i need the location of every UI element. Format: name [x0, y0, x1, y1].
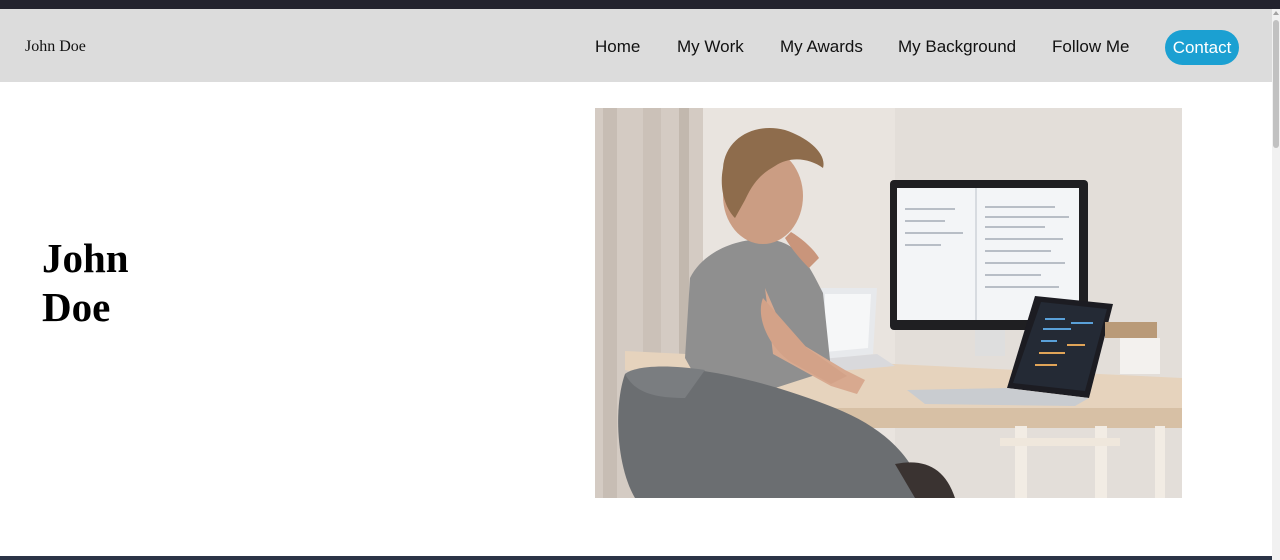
photo-illustration — [595, 108, 1182, 498]
hero-title-line1: John — [42, 235, 129, 281]
nav-my-background[interactable]: My Background — [898, 37, 1016, 57]
bottom-edge-strip — [0, 556, 1272, 560]
browser-top-strip — [0, 0, 1280, 9]
site-navbar: John Doe Home My Work My Awards My Backg… — [0, 9, 1272, 82]
contact-button[interactable]: Contact — [1165, 30, 1239, 65]
scrollbar-thumb[interactable] — [1273, 20, 1279, 148]
nav-my-work[interactable]: My Work — [677, 37, 744, 57]
hero-title: John Doe — [42, 234, 129, 332]
hero-photo — [595, 108, 1182, 498]
hero-title-line2: Doe — [42, 284, 111, 330]
nav-my-awards[interactable]: My Awards — [780, 37, 863, 57]
scroll-up-icon[interactable] — [1273, 11, 1279, 15]
nav-follow-me[interactable]: Follow Me — [1052, 37, 1129, 57]
site-brand[interactable]: John Doe — [25, 37, 86, 57]
nav-home[interactable]: Home — [595, 37, 640, 57]
